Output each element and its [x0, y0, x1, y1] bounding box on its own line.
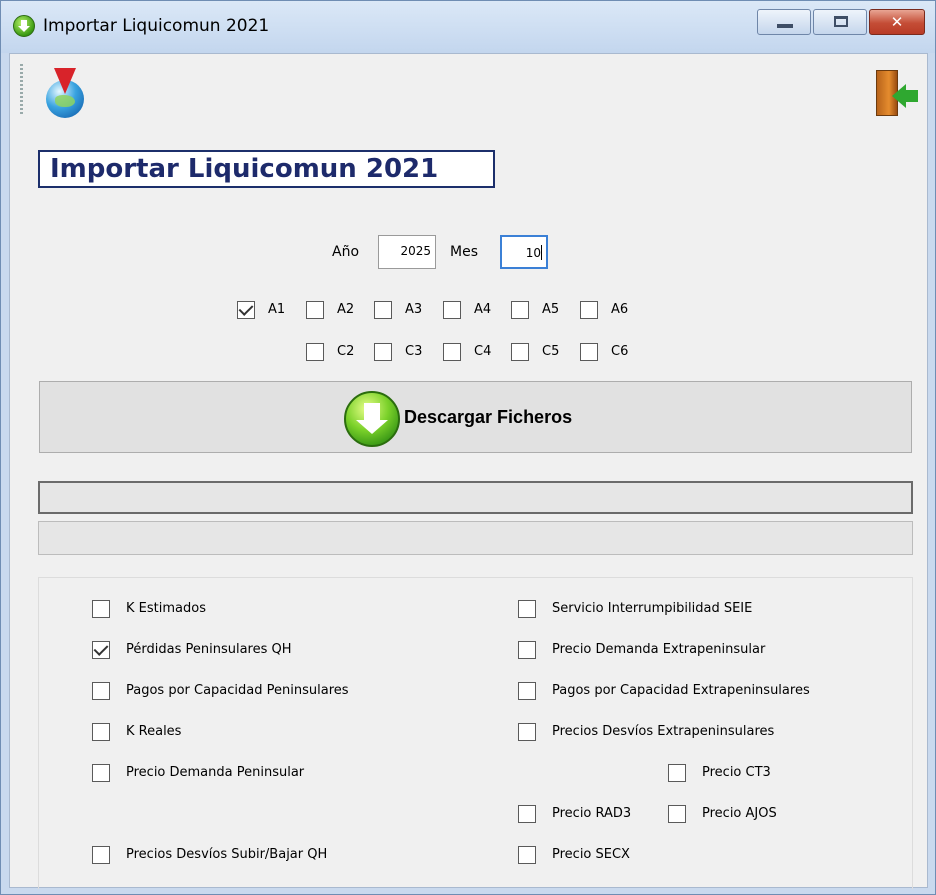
- app-download-icon: [13, 15, 35, 37]
- option-precios-desvios-extrapeninsulares-label[interactable]: Precios Desvíos Extrapeninsulares: [552, 724, 774, 739]
- page-title-box: Importar Liquicomun 2021: [38, 150, 495, 188]
- close-icon: ✕: [890, 13, 904, 31]
- progress-bar-secondary: [38, 521, 913, 555]
- file-c3-checkbox[interactable]: [374, 343, 392, 361]
- option-precio-ct3-label[interactable]: Precio CT3: [702, 765, 771, 780]
- option-pagos-por-capacidad-extrapeninsulares-label[interactable]: Pagos por Capacidad Extrapeninsulares: [552, 683, 810, 698]
- text-caret: [541, 245, 542, 260]
- file-c4-checkbox[interactable]: [443, 343, 461, 361]
- file-a6-checkbox[interactable]: [580, 301, 598, 319]
- close-button[interactable]: ✕: [869, 9, 925, 35]
- option-precios-desvios-subir-bajar-qh-label[interactable]: Precios Desvíos Subir/Bajar QH: [126, 847, 327, 862]
- option-precios-desvios-extrapeninsulares-checkbox[interactable]: [518, 723, 536, 741]
- month-input[interactable]: 10: [500, 235, 548, 269]
- file-a3-checkbox[interactable]: [374, 301, 392, 319]
- option-precio-rad3-checkbox[interactable]: [518, 805, 536, 823]
- option-precio-secx-checkbox[interactable]: [518, 846, 536, 864]
- maximize-button[interactable]: [813, 9, 867, 35]
- option-k-reales-checkbox[interactable]: [92, 723, 110, 741]
- option-precio-ajos-label[interactable]: Precio AJOS: [702, 806, 777, 821]
- file-a2-checkbox[interactable]: [306, 301, 324, 319]
- download-files-label: Descargar Ficheros: [404, 407, 573, 427]
- option-servicio-interrumpibilidad-seie-label[interactable]: Servicio Interrumpibilidad SEIE: [552, 601, 752, 616]
- month-input-value: 10: [525, 246, 541, 260]
- option-servicio-interrumpibilidad-seie-checkbox[interactable]: [518, 600, 536, 618]
- option-precios-desvios-subir-bajar-qh-checkbox[interactable]: [92, 846, 110, 864]
- title-bar[interactable]: Importar Liquicomun 2021 ✕: [1, 1, 935, 53]
- map-pin-icon: [54, 68, 76, 94]
- option-precio-rad3-label[interactable]: Precio RAD3: [552, 806, 631, 821]
- file-c6-checkbox[interactable]: [580, 343, 598, 361]
- option-k-estimados-label[interactable]: K Estimados: [126, 601, 206, 616]
- option-perdidas-peninsulares-qh-label[interactable]: Pérdidas Peninsulares QH: [126, 642, 292, 657]
- file-c2-label[interactable]: C2: [337, 344, 354, 359]
- option-precio-demanda-extrapeninsular-label[interactable]: Precio Demanda Extrapeninsular: [552, 642, 765, 657]
- download-arrow-icon: [344, 391, 400, 447]
- toolbar-grip[interactable]: [20, 64, 23, 116]
- minimize-button[interactable]: [757, 9, 811, 35]
- option-precio-ajos-checkbox[interactable]: [668, 805, 686, 823]
- file-c3-label[interactable]: C3: [405, 344, 422, 359]
- file-c5-label[interactable]: C5: [542, 344, 559, 359]
- app-window: Importar Liquicomun 2021 ✕ Importar Liqu…: [0, 0, 936, 895]
- file-a4-label[interactable]: A4: [474, 302, 491, 317]
- year-input-value: 2025: [400, 244, 431, 258]
- option-precio-ct3-checkbox[interactable]: [668, 764, 686, 782]
- progress-bar-primary: [38, 481, 913, 514]
- option-precio-demanda-peninsular-label[interactable]: Precio Demanda Peninsular: [126, 765, 304, 780]
- option-precio-demanda-extrapeninsular-checkbox[interactable]: [518, 641, 536, 659]
- option-precio-secx-label[interactable]: Precio SECX: [552, 847, 630, 862]
- option-precio-demanda-peninsular-checkbox[interactable]: [92, 764, 110, 782]
- globe-button[interactable]: [40, 64, 92, 120]
- client-area: Importar Liquicomun 2021 Año 2025 Mes 10…: [9, 53, 928, 889]
- window-title: Importar Liquicomun 2021: [43, 16, 270, 36]
- file-c4-label[interactable]: C4: [474, 344, 491, 359]
- file-c5-checkbox[interactable]: [511, 343, 529, 361]
- option-pagos-por-capacidad-peninsulares-checkbox[interactable]: [92, 682, 110, 700]
- file-a1-checkbox[interactable]: [237, 301, 255, 319]
- option-k-reales-label[interactable]: K Reales: [126, 724, 181, 739]
- file-a4-checkbox[interactable]: [443, 301, 461, 319]
- file-a5-checkbox[interactable]: [511, 301, 529, 319]
- file-a2-label[interactable]: A2: [337, 302, 354, 317]
- download-files-button[interactable]: Descargar Ficheros: [39, 381, 912, 453]
- exit-button[interactable]: [868, 64, 918, 120]
- toolbar: [10, 54, 927, 132]
- option-perdidas-peninsulares-qh-checkbox[interactable]: [92, 641, 110, 659]
- exit-arrow-tail: [904, 90, 918, 102]
- file-a5-label[interactable]: A5: [542, 302, 559, 317]
- file-c6-label[interactable]: C6: [611, 344, 628, 359]
- file-a6-label[interactable]: A6: [611, 302, 628, 317]
- page-title: Importar Liquicomun 2021: [50, 154, 439, 184]
- year-label: Año: [332, 244, 360, 260]
- year-input[interactable]: 2025: [378, 235, 436, 269]
- option-pagos-por-capacidad-extrapeninsulares-checkbox[interactable]: [518, 682, 536, 700]
- month-label: Mes: [450, 244, 478, 260]
- file-a3-label[interactable]: A3: [405, 302, 422, 317]
- file-c2-checkbox[interactable]: [306, 343, 324, 361]
- file-a1-label[interactable]: A1: [268, 302, 285, 317]
- option-k-estimados-checkbox[interactable]: [92, 600, 110, 618]
- option-pagos-por-capacidad-peninsulares-label[interactable]: Pagos por Capacidad Peninsulares: [126, 683, 349, 698]
